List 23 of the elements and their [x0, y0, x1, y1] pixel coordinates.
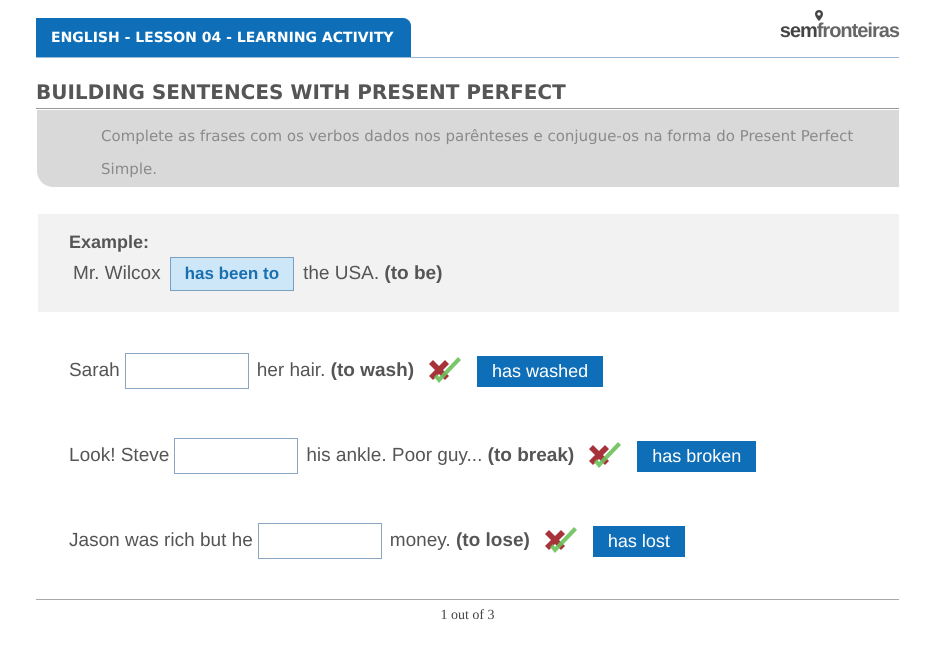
- sentence-text: Sarah: [69, 360, 120, 382]
- answer-button[interactable]: has lost: [592, 526, 685, 556]
- sentence-text: Mr. Wilcox: [73, 263, 161, 285]
- example-label: Example:: [69, 232, 150, 253]
- filled-answer: has been to: [170, 257, 294, 291]
- sentence-text: his ankle. Poor guy... (to break): [306, 445, 574, 467]
- sentence-text: money. (to lose): [390, 530, 530, 552]
- answer-button[interactable]: has washed: [477, 356, 604, 386]
- sentence-text: the USA. (to be): [303, 263, 442, 285]
- map-pin-icon: [814, 10, 824, 23]
- instructions-text: Complete as frases com os verbos dados nos parênteses e conjugue-os na forma do Present Perfect Simple.: [37, 110, 899, 187]
- sentence-text: Jason was rich but he: [69, 530, 253, 552]
- answer-field[interactable]: [258, 523, 382, 559]
- answer-button[interactable]: has broken: [637, 440, 756, 472]
- page-counter: 1 out of 3: [440, 608, 495, 623]
- sentence-text: her hair. (to wash): [256, 360, 414, 382]
- answer-field[interactable]: [174, 438, 298, 474]
- logo-text: fronteiras: [816, 20, 899, 43]
- sentence-text: Look! Steve: [69, 445, 170, 467]
- answer-field[interactable]: [124, 353, 249, 389]
- lesson-title: ENGLISH - LESSON 04 - LEARNING ACTIVITY: [36, 18, 411, 57]
- page-heading: BUILDING SENTENCES WITH PRESENT PERFECT: [36, 80, 899, 109]
- logo-text: sem: [780, 20, 817, 43]
